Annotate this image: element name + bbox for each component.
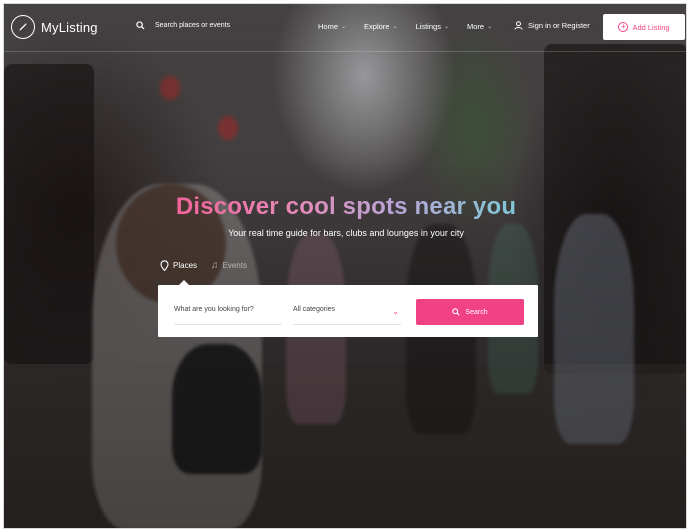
top-navbar: MyListing Search places or events Home ⌄… <box>4 4 686 52</box>
nav-item-label: Listings <box>415 22 441 31</box>
user-icon <box>514 21 523 30</box>
nav-item-label: Home <box>318 22 339 31</box>
search-button-label: Search <box>465 308 488 316</box>
search-tabs: Places ♫ Events <box>160 260 247 271</box>
keyword-placeholder: What are you looking for? <box>174 306 254 313</box>
search-form: What are you looking for? All categories… <box>158 285 538 337</box>
nav-item-listings[interactable]: Listings ⌄ <box>416 22 449 31</box>
nav-item-explore[interactable]: Explore ⌄ <box>364 22 397 31</box>
red-lantern <box>160 76 180 100</box>
signin-label: Sign in or Register <box>528 21 590 30</box>
header-search-placeholder: Search places or events <box>155 22 231 29</box>
chevron-down-icon: ⌄ <box>392 307 399 316</box>
hero-subtitle: Your real time guide for bars, clubs and… <box>228 228 464 238</box>
pedestrian <box>554 214 634 444</box>
nav-item-label: Explore <box>364 22 390 31</box>
music-note-icon: ♫ <box>211 260 219 271</box>
tab-label: Places <box>173 261 198 270</box>
compass-icon <box>11 15 35 39</box>
site-logo[interactable]: MyListing <box>11 15 98 39</box>
search-button[interactable]: Search <box>416 299 524 325</box>
red-lantern <box>218 116 238 140</box>
tab-places[interactable]: Places <box>160 260 197 271</box>
nav-item-home[interactable]: Home ⌄ <box>318 22 346 31</box>
hero-title-text: Discover cool spots near you <box>175 193 517 220</box>
main-nav: Home ⌄ Explore ⌄ Listings ⌄ More ⌄ <box>318 22 492 31</box>
hero-title: Discover cool spots near you <box>4 193 686 221</box>
plus-circle-icon: + <box>618 22 629 32</box>
nav-item-more[interactable]: More ⌄ <box>467 22 492 31</box>
add-listing-label: Add Listing <box>632 22 670 32</box>
category-value: All categories <box>293 306 336 313</box>
tab-events[interactable]: ♫ Events <box>211 260 247 271</box>
chevron-down-icon: ⌄ <box>392 24 398 30</box>
signin-link[interactable]: Sign in or Register <box>514 21 590 30</box>
nav-item-label: More <box>466 22 485 31</box>
logo-text: MyListing <box>41 19 98 35</box>
tab-label: Events <box>222 261 247 270</box>
header-search[interactable]: Search places or events <box>136 21 230 30</box>
backpack <box>172 344 262 474</box>
add-listing-button[interactable]: + Add Listing <box>603 14 685 40</box>
active-tab-pointer <box>179 280 189 285</box>
search-icon <box>136 21 145 30</box>
category-select[interactable]: All categories ⌄ <box>293 299 401 325</box>
chevron-down-icon: ⌄ <box>443 24 449 30</box>
chevron-down-icon: ⌄ <box>487 24 493 30</box>
chevron-down-icon: ⌄ <box>341 24 347 30</box>
map-pin-icon <box>160 260 169 271</box>
keyword-input[interactable]: What are you looking for? <box>174 299 282 325</box>
search-icon <box>452 308 461 316</box>
hero-background: MyListing Search places or events Home ⌄… <box>3 3 687 529</box>
